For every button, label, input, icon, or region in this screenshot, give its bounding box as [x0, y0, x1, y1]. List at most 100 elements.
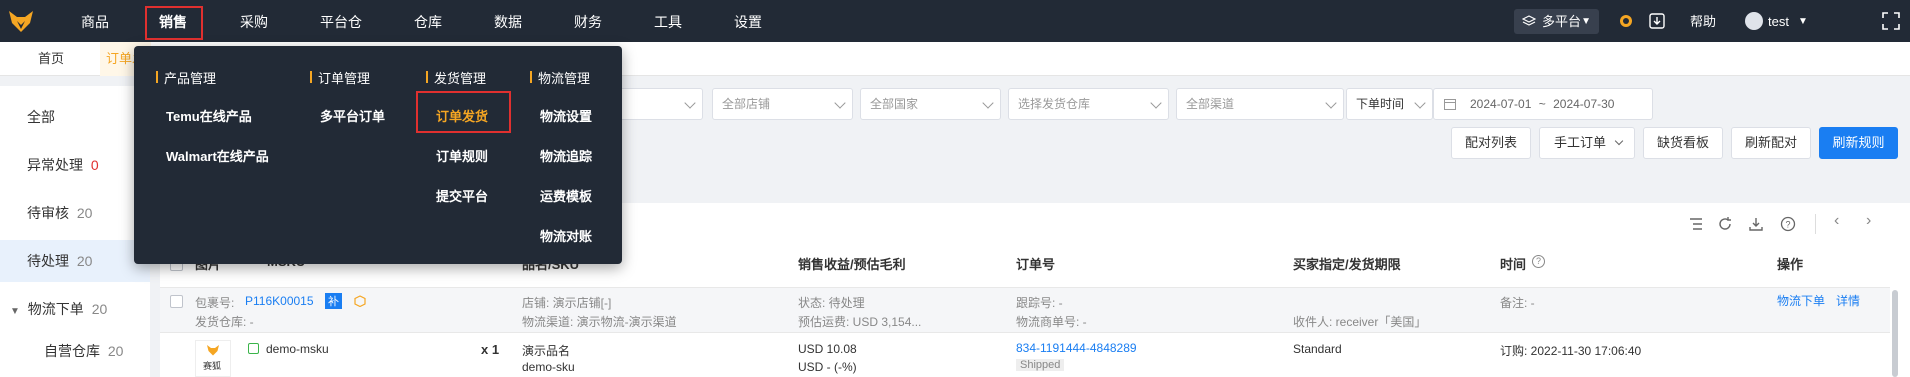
supplement-badge: 补: [325, 293, 342, 309]
refresh-icon[interactable]: [1717, 216, 1733, 232]
date-end: 2024-07-30: [1553, 97, 1615, 111]
dd-item-order-rules[interactable]: 订单规则: [436, 146, 488, 165]
sidebar-item-label: 异常处理: [27, 157, 83, 173]
column-settings-icon[interactable]: [1688, 216, 1704, 232]
time-type-select[interactable]: 下单时间: [1346, 88, 1433, 120]
sidebar-item-label: 自营仓库: [44, 343, 100, 359]
date-range-picker[interactable]: 2024-07-01 ~ 2024-07-30: [1433, 88, 1653, 120]
country-select[interactable]: 全部国家: [860, 88, 1001, 120]
package-no-link[interactable]: P116K00015: [245, 294, 314, 308]
order-time: 订购: 2022-11-30 17:06:40: [1500, 344, 1642, 358]
status-info: 状态: 待处理: [798, 296, 865, 310]
freight-info: 预估运费: USD 3,154...: [798, 315, 922, 329]
detail-link[interactable]: 详情: [1836, 292, 1860, 309]
status-badge: Shipped: [1016, 359, 1065, 371]
dd-selected-highlight: [416, 91, 511, 133]
channel-select-placeholder: 全部渠道: [1186, 97, 1235, 111]
fox-logo-icon[interactable]: [8, 9, 34, 33]
dd-item-logistics-reconcile[interactable]: 物流对账: [540, 226, 592, 245]
store-select[interactable]: 全部店铺: [712, 88, 853, 120]
country-select-placeholder: 全部国家: [870, 97, 919, 111]
box-icon: [354, 295, 366, 307]
export-icon[interactable]: [1748, 216, 1764, 232]
caret-down-icon: ▼: [1581, 16, 1591, 27]
sidebar-item-exception[interactable]: 异常处理 0: [0, 144, 150, 186]
toolbar-divider: [1815, 214, 1816, 234]
buyer-spec: Standard: [1293, 342, 1342, 356]
svg-text:?: ?: [1785, 220, 1790, 230]
sidebar-item-logistics-order[interactable]: ▼ 物流下单 20: [0, 288, 150, 330]
dd-item-logistics-tracking[interactable]: 物流追踪: [540, 146, 592, 165]
dd-head-product: 产品管理: [156, 68, 216, 87]
sidebar-item-own-warehouse[interactable]: 自营仓库 20: [0, 330, 150, 372]
refresh-match-button[interactable]: 刷新配对: [1731, 127, 1811, 159]
platform-selector[interactable]: 多平台 ▼: [1514, 9, 1599, 34]
sidebar-item-count: 20: [76, 205, 93, 221]
msku-tag-icon: [248, 343, 259, 354]
profit-value: USD - (-%): [798, 360, 857, 374]
logistics-order-link[interactable]: 物流下单: [1777, 292, 1825, 309]
date-start: 2024-07-01: [1470, 97, 1532, 111]
revenue-value: USD 10.08: [798, 342, 857, 356]
order-no-link[interactable]: 834-1191444-4848289: [1016, 341, 1137, 355]
nav-item-data[interactable]: 数据: [494, 0, 522, 42]
receiver-info: 收件人: receiver「美国」: [1293, 315, 1427, 329]
channel-info: 物流渠道: 演示物流-演示渠道: [522, 315, 677, 329]
refresh-rules-button[interactable]: 刷新规则: [1819, 127, 1898, 159]
help-circle-icon[interactable]: ?: [1780, 216, 1796, 232]
time-info-icon[interactable]: ?: [1532, 255, 1545, 268]
sidebar-item-pending-review[interactable]: 待审核 20: [0, 192, 150, 234]
sidebar-item-label: 物流下单: [27, 301, 84, 317]
store-info: 店铺: 演示店铺[-]: [522, 296, 612, 310]
nav-item-products[interactable]: 商品: [81, 0, 109, 42]
top-navbar: 商品 销售 采购 平台仓 仓库 数据 财务 工具 设置 多平台 ▼ 帮助 tes…: [0, 0, 1910, 42]
dd-item-temu-products[interactable]: Temu在线产品: [166, 106, 252, 125]
fullscreen-icon[interactable]: [1882, 12, 1900, 30]
product-thumbnail: 赛狐: [195, 340, 231, 377]
channel-select[interactable]: 全部渠道: [1176, 88, 1344, 120]
sidebar-item-label: 待审核: [27, 205, 69, 221]
avatar[interactable]: [1745, 12, 1763, 30]
sidebar-item-all[interactable]: 全部: [0, 96, 150, 138]
manual-order-label: 手工订单: [1554, 135, 1607, 150]
dd-head-logistics: 物流管理: [530, 68, 590, 87]
tracking-info: 跟踪号: -: [1016, 296, 1063, 310]
tab-home[interactable]: 首页: [38, 42, 64, 76]
download-icon[interactable]: [1649, 13, 1665, 29]
match-list-button[interactable]: 配对列表: [1451, 127, 1531, 159]
prev-page-icon[interactable]: ‹: [1834, 212, 1839, 230]
col-revenue: 销售收益/预估毛利: [798, 257, 906, 272]
dd-item-submit-platform[interactable]: 提交平台: [436, 186, 488, 205]
warehouse-select[interactable]: 选择发货仓库: [1008, 88, 1169, 120]
msku-value: demo-msku: [266, 342, 329, 356]
next-page-icon[interactable]: ›: [1866, 212, 1871, 230]
nav-item-settings[interactable]: 设置: [734, 0, 762, 42]
warehouse-select-placeholder: 选择发货仓库: [1018, 97, 1091, 111]
nav-item-finance[interactable]: 财务: [574, 0, 602, 42]
notification-icon[interactable]: [1618, 13, 1634, 29]
user-caret-icon: ▼: [1798, 16, 1808, 27]
sidebar-item-pending-process[interactable]: 待处理 20: [0, 240, 150, 282]
nav-item-tools[interactable]: 工具: [654, 0, 682, 42]
row-checkbox[interactable]: [170, 295, 183, 308]
nav-item-purchase[interactable]: 采购: [240, 0, 268, 42]
nav-item-platform-warehouse[interactable]: 平台仓: [320, 0, 362, 42]
product-name: 演示品名: [522, 344, 571, 358]
dd-item-freight-template[interactable]: 运费模板: [540, 186, 592, 205]
nav-item-warehouse[interactable]: 仓库: [414, 0, 442, 42]
date-separator: ~: [1538, 97, 1546, 111]
manual-order-button[interactable]: 手工订单: [1539, 127, 1635, 159]
dd-item-walmart-products[interactable]: Walmart在线产品: [166, 146, 269, 165]
product-sku: demo-sku: [522, 360, 575, 374]
col-ops: 操作: [1777, 257, 1804, 272]
dd-item-multi-platform-orders[interactable]: 多平台订单: [320, 106, 385, 125]
layers-icon: [1522, 15, 1536, 26]
stock-board-button[interactable]: 缺货看板: [1643, 127, 1723, 159]
dd-item-logistics-settings[interactable]: 物流设置: [540, 106, 592, 125]
calendar-icon: [1444, 99, 1456, 110]
user-name[interactable]: test: [1768, 0, 1789, 44]
sales-dropdown-menu: 产品管理 订单管理 发货管理 物流管理 Temu在线产品 Walmart在线产品…: [134, 46, 622, 264]
table-scrollbar[interactable]: [1892, 290, 1898, 377]
help-link[interactable]: 帮助: [1690, 0, 1716, 44]
col-order-no: 订单号: [1016, 257, 1056, 272]
